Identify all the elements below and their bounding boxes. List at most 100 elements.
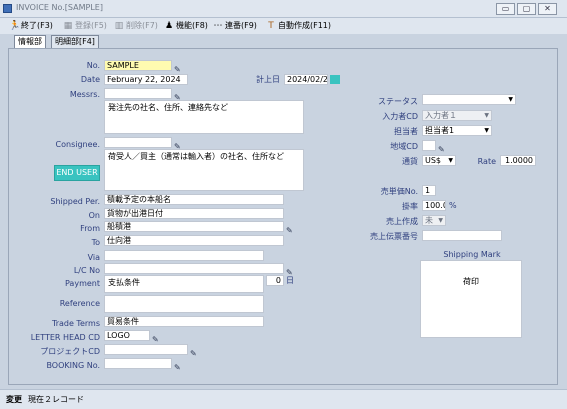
continuous-label: 連番(F9) (225, 21, 257, 30)
close-button[interactable]: ✕ (538, 3, 557, 15)
payment-field[interactable]: 支払条件 (104, 275, 264, 293)
from-field[interactable]: 船積港 (104, 221, 284, 232)
no-field[interactable]: SAMPLE (104, 60, 172, 71)
rate-label: Rate (477, 157, 496, 166)
register-label: 登録(F5) (75, 21, 107, 30)
entered-by-label: 入力者CD (382, 112, 418, 121)
region-field[interactable] (422, 140, 436, 151)
person-label: 担当者 (394, 127, 418, 136)
app-icon (3, 4, 12, 13)
trade-terms-field[interactable]: 貿易条件 (104, 316, 264, 327)
continuous-button[interactable]: ⋯ 連番(F9) (213, 19, 257, 33)
shipping-mark-label: Shipping Mark (443, 250, 501, 259)
chevron-down-icon: ▼ (448, 157, 453, 164)
status-record: 現在２レコード (28, 395, 84, 404)
currency-select[interactable]: US$ ▼ (422, 155, 456, 166)
exit-button[interactable]: 🏃終了(F3) (9, 19, 53, 33)
letterhead-field[interactable]: LOGO (104, 330, 150, 341)
letterhead-label: LETTER HEAD CD (30, 333, 100, 342)
edit-no-icon[interactable]: ✎ (174, 66, 181, 74)
status-label: ステータス (378, 97, 418, 106)
chevron-down-icon: ▼ (508, 96, 513, 103)
lc-field[interactable] (104, 263, 284, 274)
messrs-label: Messrs. (69, 90, 100, 99)
tab-info[interactable]: 情報部 (14, 35, 46, 48)
markup-label: 掛率 (402, 202, 418, 211)
trade-terms-label: Trade Terms (51, 319, 100, 328)
reference-field[interactable] (104, 295, 264, 313)
window-title: INVOICE No.[SAMPLE] (16, 3, 103, 12)
consignee-code-field[interactable] (104, 137, 172, 148)
person-select[interactable]: 担当者1 ▼ (422, 125, 492, 136)
tab-detail[interactable]: 明細部[F4] (51, 35, 99, 48)
entered-by-select[interactable]: 入力者１ ▼ (422, 110, 492, 121)
status-select[interactable]: ▼ (422, 94, 516, 105)
edit-booking-icon[interactable]: ✎ (174, 364, 181, 372)
edit-project-icon[interactable]: ✎ (190, 350, 197, 358)
disk-icon: ▦ (63, 21, 73, 31)
sales-slip-field[interactable] (422, 230, 502, 241)
payment-label: Payment (64, 279, 100, 288)
shipped-per-label: Shipped Per. (50, 197, 100, 206)
messrs-code-field[interactable] (104, 88, 172, 99)
consignee-textarea[interactable]: 荷受人／買主（通常は輸入者）の社名、住所など (104, 149, 304, 191)
messrs-textarea[interactable]: 発注先の社名、住所、連絡先など (104, 100, 304, 134)
lc-label: L/C No (73, 266, 100, 275)
chevron-down-icon: ▼ (438, 217, 443, 224)
minimize-button[interactable]: ▭ (496, 3, 515, 15)
sequence-icon: ⋯ (213, 21, 223, 31)
sales-slip-label: 売上伝票番号 (370, 232, 418, 241)
register-button[interactable]: ▦ 登録(F5) (63, 19, 107, 33)
sales-created-value: 未 (425, 216, 433, 225)
sales-created-label: 売上作成 (386, 217, 418, 226)
on-label: On (88, 211, 100, 220)
edit-letterhead-icon[interactable]: ✎ (152, 336, 159, 344)
auto-create-label: 自動作成(F11) (278, 21, 332, 30)
posting-date-label: 計上日 (256, 75, 280, 84)
date-label: Date (80, 75, 100, 84)
sales-created-select[interactable]: 未 ▼ (422, 215, 446, 226)
trash-icon: ▥ (114, 21, 124, 31)
delete-button[interactable]: ▥ 削除(F7) (114, 19, 158, 33)
to-label: To (91, 238, 100, 247)
via-field[interactable] (104, 250, 264, 261)
person-value: 担当者1 (425, 126, 455, 135)
maximize-button[interactable]: ▢ (517, 3, 536, 15)
chevron-down-icon: ▼ (484, 127, 489, 134)
auto-create-button[interactable]: T 自動作成(F11) (266, 19, 331, 33)
shipping-mark-text: 荷印 (463, 277, 479, 286)
on-field[interactable]: 貨物が出港日付 (104, 208, 284, 219)
date-field[interactable]: February 22, 2024 (104, 74, 188, 85)
booking-field[interactable] (104, 358, 172, 369)
from-label: From (80, 224, 100, 233)
end-user-button[interactable]: END USER (54, 165, 100, 181)
rate-field[interactable]: 1.0000 (500, 155, 536, 166)
project-field[interactable] (104, 344, 188, 355)
delete-label: 削除(F7) (126, 21, 158, 30)
edit-from-icon[interactable]: ✎ (286, 227, 293, 235)
project-label: プロジェクトCD (40, 347, 100, 356)
booking-label: BOOKING No. (46, 361, 100, 370)
status-bar (0, 389, 567, 409)
markup-field[interactable]: 100.0 (422, 200, 446, 211)
reference-label: Reference (59, 299, 100, 308)
calendar-icon[interactable] (330, 75, 340, 84)
status-mode: 変更 (6, 395, 22, 404)
markup-unit: % (449, 201, 457, 210)
exit-label: 終了(F3) (21, 21, 53, 30)
shipping-mark-box[interactable] (420, 260, 522, 338)
function-icon: ♟ (164, 21, 174, 31)
region-label: 地域CD (390, 142, 418, 151)
function-button[interactable]: ♟ 機能(F8) (164, 19, 208, 33)
payment-days-unit: 日 (286, 276, 294, 285)
payment-days-field[interactable]: 0 (266, 275, 284, 286)
to-field[interactable]: 仕向港 (104, 235, 284, 246)
hammer-icon: T (268, 21, 274, 31)
function-label: 機能(F8) (176, 21, 208, 30)
posting-date-field[interactable]: 2024/02/22 (284, 74, 328, 85)
price-digits-field[interactable]: 1 (422, 185, 436, 196)
shipped-per-field[interactable]: 積載予定の本船名 (104, 194, 284, 205)
running-man-icon: 🏃 (9, 21, 21, 31)
entered-by-value: 入力者１ (425, 111, 457, 120)
edit-region-icon[interactable]: ✎ (438, 146, 445, 154)
